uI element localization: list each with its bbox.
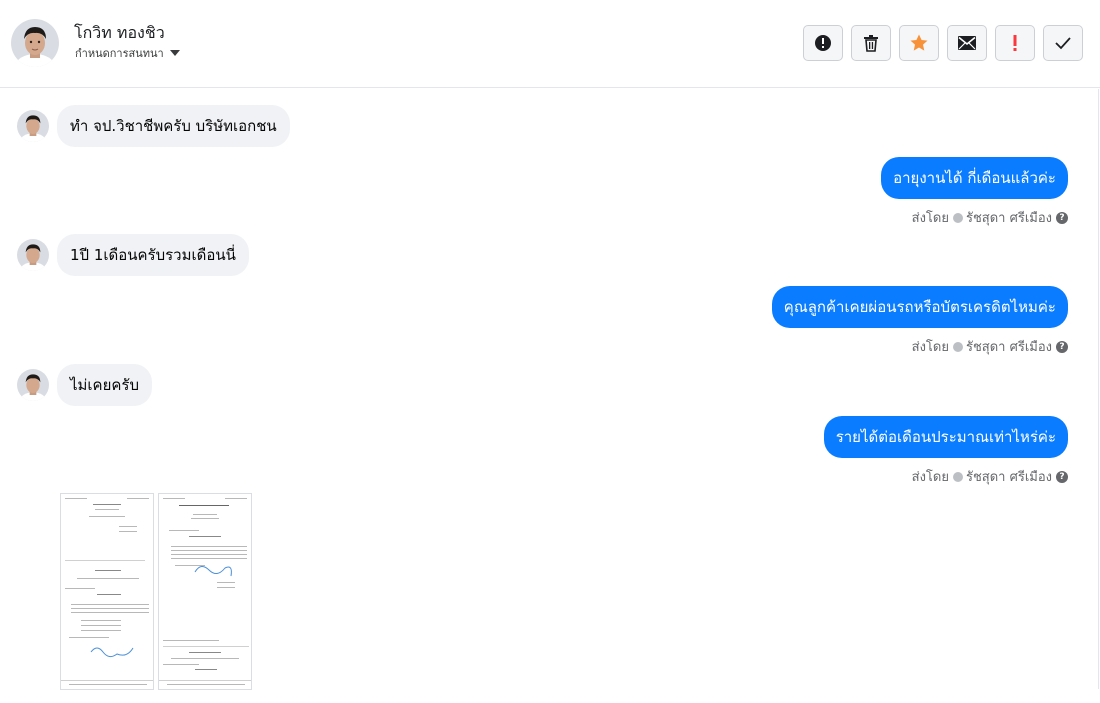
sent-by-info: ส่งโดย รัชสุดา ศรีเมือง ? [824, 466, 1068, 487]
outgoing-message: รายได้ต่อเดือนประมาณเท่าไหร่ค่ะ ส่งโดย ร… [823, 416, 1068, 487]
follow-up-button[interactable] [995, 25, 1035, 61]
outgoing-message: อายุงานได้ กี่เดือนแล้วค่ะ ส่งโดย รัชสุด… [881, 157, 1068, 228]
message-bubble[interactable]: ทำ จป.วิชาชีพครับ บริษัทเอกชน [57, 105, 290, 147]
exclamation-icon [1013, 35, 1017, 51]
sent-by-info: ส่งโดย รัชสุดา ศรีเมือง ? [881, 207, 1068, 228]
mark-unread-button[interactable] [947, 25, 987, 61]
message-bubble[interactable]: คุณลูกค้าเคยผ่อนรถหรือบัตรเครดิตไหมค่ะ [771, 286, 1068, 328]
trash-icon [864, 35, 878, 52]
help-icon[interactable]: ? [1056, 340, 1068, 353]
incoming-message: ทำ จป.วิชาชีพครับ บริษัทเอกชน [17, 105, 290, 147]
delete-button[interactable] [851, 25, 891, 61]
message-bubble[interactable]: 1ปี 1เดือนครับรวมเดือนนี่ [57, 234, 249, 276]
sent-by-prefix: ส่งโดย [911, 340, 949, 355]
conversation-label-dropdown[interactable]: กำหนดการสนทนา [75, 44, 180, 62]
incoming-message: ไม่เคยครับ [17, 364, 152, 406]
thread-scrollbar[interactable] [1098, 89, 1099, 689]
image-attachments [60, 493, 256, 690]
contact-name[interactable]: โกวิท ทองชิว [74, 21, 165, 46]
incoming-message: 1ปี 1เดือนครับรวมเดือนนี่ [17, 234, 249, 276]
star-icon [910, 34, 928, 51]
message-bubble[interactable]: รายได้ต่อเดือนประมาณเท่าไหร่ค่ะ [823, 416, 1068, 458]
sender-avatar[interactable] [17, 239, 49, 271]
conversation-header: โกวิท ทองชิว กำหนดการสนทนา [0, 0, 1100, 88]
help-icon[interactable]: ? [1056, 470, 1068, 483]
sent-by-info: ส่งโดย รัชสุดา ศรีเมือง ? [772, 336, 1068, 357]
sent-by-agent: รัชสุดา ศรีเมือง [965, 340, 1052, 355]
sender-avatar[interactable] [17, 110, 49, 142]
sender-avatar[interactable] [17, 369, 49, 401]
agent-avatar-icon [952, 471, 963, 482]
conversation-label-text: กำหนดการสนทนา [75, 47, 164, 60]
sent-by-agent: รัชสุดา ศรีเมือง [965, 211, 1052, 226]
sent-by-prefix: ส่งโดย [911, 211, 949, 226]
mark-spam-button[interactable] [803, 25, 843, 61]
agent-avatar-icon [952, 212, 963, 223]
message-bubble[interactable]: อายุงานได้ กี่เดือนแล้วค่ะ [881, 157, 1068, 199]
sent-by-prefix: ส่งโดย [911, 470, 949, 485]
header-actions [803, 25, 1083, 61]
message-bubble[interactable]: ไม่เคยครับ [57, 364, 152, 406]
envelope-icon [958, 36, 976, 50]
contact-avatar[interactable] [11, 19, 59, 67]
sent-by-agent: รัชสุดา ศรีเมือง [965, 470, 1052, 485]
outgoing-message: คุณลูกค้าเคยผ่อนรถหรือบัตรเครดิตไหมค่ะ ส… [771, 286, 1068, 357]
star-button[interactable] [899, 25, 939, 61]
agent-avatar-icon [952, 341, 963, 352]
caret-down-icon [169, 50, 180, 56]
alert-circle-icon [815, 35, 831, 51]
attachment-image[interactable] [60, 493, 154, 690]
mark-done-button[interactable] [1043, 25, 1083, 61]
check-icon [1055, 37, 1071, 50]
attachment-image[interactable] [158, 493, 252, 690]
help-icon[interactable]: ? [1056, 211, 1068, 224]
